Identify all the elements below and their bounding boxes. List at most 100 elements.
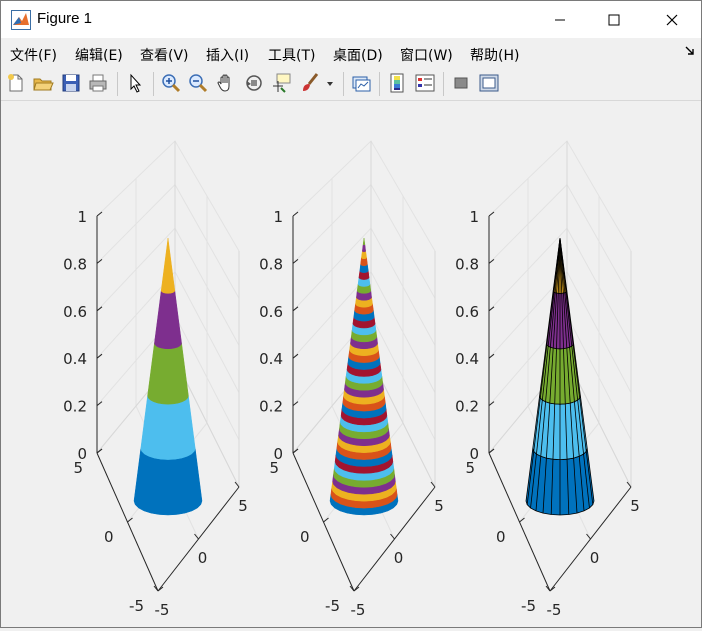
y-tick-label: 5 (73, 459, 83, 477)
toolbar-separator (117, 72, 118, 96)
menu-tools[interactable]: 工具(T) (268, 45, 315, 65)
cone-plot-2: 00.20.40.60.81-505-505 (259, 140, 444, 619)
save-icon[interactable] (60, 72, 82, 94)
figure-toolbar (1, 67, 701, 101)
y-tick-label: -5 (129, 597, 144, 615)
z-tick (488, 306, 495, 312)
cone-plot-3: 00.20.40.60.81-505-505 (455, 140, 640, 619)
z-gridline (488, 140, 632, 252)
z-gridline (96, 140, 240, 252)
close-button[interactable] (645, 1, 699, 38)
x-tick-label: 5 (630, 497, 640, 515)
minimize-button[interactable] (533, 1, 587, 38)
toolbar-separator (443, 72, 444, 96)
z-tick-label: 0.4 (455, 350, 479, 368)
y-tick-label: 0 (300, 528, 310, 546)
title-bar[interactable]: Figure 1 (1, 1, 701, 38)
hide-plot-tools-icon[interactable] (450, 72, 472, 94)
print-icon[interactable] (87, 72, 109, 94)
z-tick-label: 1 (469, 208, 479, 226)
x-tick-label: -5 (155, 601, 170, 619)
cone-band (154, 290, 182, 350)
menu-desktop[interactable]: 桌面(D) (333, 45, 383, 65)
cone-band (140, 395, 196, 460)
brush-icon[interactable] (299, 72, 321, 94)
x-tick-label: 5 (238, 497, 248, 515)
menu-window[interactable]: 窗口(W) (400, 45, 453, 65)
y-tick-label: -5 (325, 597, 340, 615)
z-tick-label: 0.6 (259, 303, 283, 321)
colorbar-icon[interactable] (386, 72, 408, 94)
zoom-out-icon[interactable] (187, 72, 209, 94)
rotate-3d-icon[interactable] (243, 72, 265, 94)
z-tick (96, 211, 103, 217)
z-tick-label: 0.8 (63, 255, 87, 273)
menu-edit[interactable]: 编辑(E) (75, 45, 123, 65)
menu-file[interactable]: 文件(F) (10, 45, 57, 65)
menu-bar: 文件(F) 编辑(E) 查看(V) 插入(I) 工具(T) 桌面(D) 窗口(W… (1, 40, 701, 66)
x-tick-label: 0 (394, 549, 404, 567)
z-tick-label: 0.6 (63, 303, 87, 321)
plot-canvas[interactable]: 0 0.2 0.4 0.6 0.8 1 -5 0 5 -5 0 5 0 0.2 0.4 0.6 0.8 1 -5 0 5… (1, 101, 701, 627)
brush-dropdown-icon[interactable] (323, 72, 337, 94)
z-tick-label: 0.2 (63, 398, 87, 416)
figure-canvas[interactable]: 0 0.2 0.4 0.6 0.8 1 -5 0 5 -5 0 5 0 0.2 0.4 0.6 0.8 1 -5 0 5… (1, 101, 701, 627)
maximize-icon (608, 14, 620, 25)
y-tick-label: 0 (496, 528, 506, 546)
pan-hand-icon[interactable] (215, 72, 237, 94)
z-tick (488, 259, 495, 264)
z-tick-label: 0.2 (259, 398, 283, 416)
cone-plot-1: 00.20.40.60.81-505-505 (63, 140, 248, 619)
open-file-icon[interactable] (32, 72, 54, 94)
cone-band (160, 237, 176, 294)
z-tick-label: 1 (273, 208, 283, 226)
z-tick (292, 211, 299, 217)
z-tick-label: 0.4 (259, 350, 283, 368)
pointer-icon[interactable] (124, 72, 146, 94)
menu-insert[interactable]: 插入(I) (206, 45, 249, 65)
toolbar-separator (153, 72, 154, 96)
y-tick-label: 5 (465, 459, 475, 477)
menu-help[interactable]: 帮助(H) (470, 45, 519, 65)
zoom-in-icon[interactable] (160, 72, 182, 94)
matlab-logo-icon (11, 10, 31, 30)
minimize-icon (555, 19, 565, 20)
cone-band (361, 250, 367, 260)
z-tick (488, 211, 495, 217)
x-tick-label: 5 (434, 497, 444, 515)
cone-band (147, 343, 189, 405)
z-tick-label: 0.4 (63, 350, 87, 368)
y-tick-label: -5 (521, 597, 536, 615)
x-tick-label: 0 (590, 549, 600, 567)
z-tick-label: 0.8 (259, 255, 283, 273)
z-tick-label: 1 (77, 208, 87, 226)
maximize-button[interactable] (587, 1, 641, 38)
z-tick (96, 306, 103, 312)
z-tick (96, 259, 103, 264)
toolbar-separator (379, 72, 380, 96)
x-tick-label: -5 (547, 601, 562, 619)
z-tick (292, 306, 299, 312)
show-plot-tools-icon[interactable] (478, 72, 500, 94)
data-cursor-icon[interactable] (271, 72, 293, 94)
link-plot-icon[interactable] (350, 72, 372, 94)
close-icon (666, 14, 678, 25)
window-title: Figure 1 (37, 10, 93, 27)
z-tick-label: 0.2 (455, 398, 479, 416)
y-tick-label: 5 (269, 459, 279, 477)
cone-band (362, 237, 366, 246)
x-tick-label: 0 (198, 549, 208, 567)
menu-view[interactable]: 查看(V) (140, 45, 189, 65)
z-tick (292, 259, 299, 264)
z-tick-label: 0.8 (455, 255, 479, 273)
figure-window: Figure 1 文件(F) 编辑(E) 查看(V) 插入(I) 工具(T) 桌… (0, 0, 702, 628)
cone-band (362, 244, 366, 253)
new-figure-icon[interactable] (5, 72, 27, 94)
x-tick-label: -5 (351, 601, 366, 619)
z-gridline (292, 140, 436, 252)
z-tick-label: 0.6 (455, 303, 479, 321)
toolbar-separator (343, 72, 344, 96)
legend-icon[interactable] (414, 72, 436, 94)
dock-arrow-icon[interactable] (685, 46, 695, 56)
y-tick-label: 0 (104, 528, 114, 546)
